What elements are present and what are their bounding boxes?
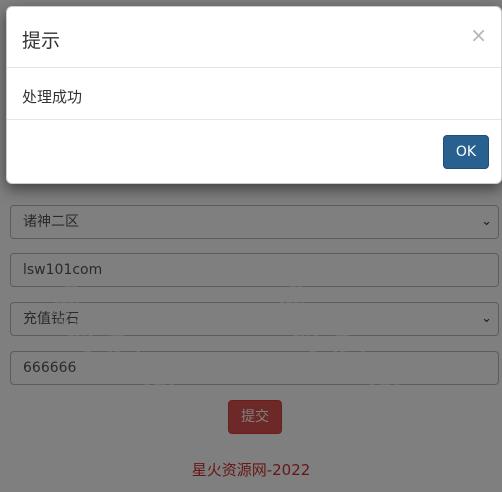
dialog-header: 提示 × (7, 7, 501, 68)
ok-button[interactable]: OK (443, 135, 489, 169)
alert-dialog: 提示 × 处理成功 OK (6, 6, 502, 184)
dialog-message: 处理成功 (22, 88, 83, 106)
dialog-body: 处理成功 (7, 68, 501, 120)
dialog-title: 提示 (22, 30, 61, 52)
close-icon[interactable]: × (470, 23, 487, 47)
